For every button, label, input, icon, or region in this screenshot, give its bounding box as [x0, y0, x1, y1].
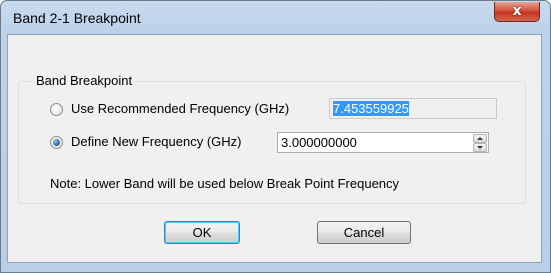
dialog-title: Band 2-1 Breakpoint	[13, 10, 141, 26]
radio-define-new[interactable]	[50, 136, 63, 149]
recommended-frequency-field: 7.453559925	[329, 98, 497, 119]
close-icon: x	[512, 3, 522, 19]
cancel-button[interactable]: Cancel	[317, 221, 411, 244]
label-use-recommended: Use Recommended Frequency (GHz)	[71, 101, 290, 116]
ok-button[interactable]: OK	[164, 221, 240, 244]
spin-up-button[interactable]	[473, 134, 487, 143]
label-define-new: Define New Frequency (GHz)	[71, 134, 242, 149]
title-bar[interactable]: Band 2-1 Breakpoint x	[1, 1, 550, 35]
recommended-frequency-value: 7.453559925	[333, 101, 409, 116]
note-text: Note: Lower Band will be used below Brea…	[50, 176, 400, 191]
new-frequency-input[interactable]: 3.000000000	[277, 132, 473, 153]
frequency-spinner[interactable]	[472, 132, 489, 153]
group-label: Band Breakpoint	[33, 73, 136, 88]
arrow-down-icon	[477, 146, 483, 149]
radio-use-recommended[interactable]	[50, 103, 63, 116]
arrow-up-icon	[477, 137, 483, 140]
close-button[interactable]: x	[494, 2, 540, 22]
spin-down-button[interactable]	[473, 143, 487, 152]
